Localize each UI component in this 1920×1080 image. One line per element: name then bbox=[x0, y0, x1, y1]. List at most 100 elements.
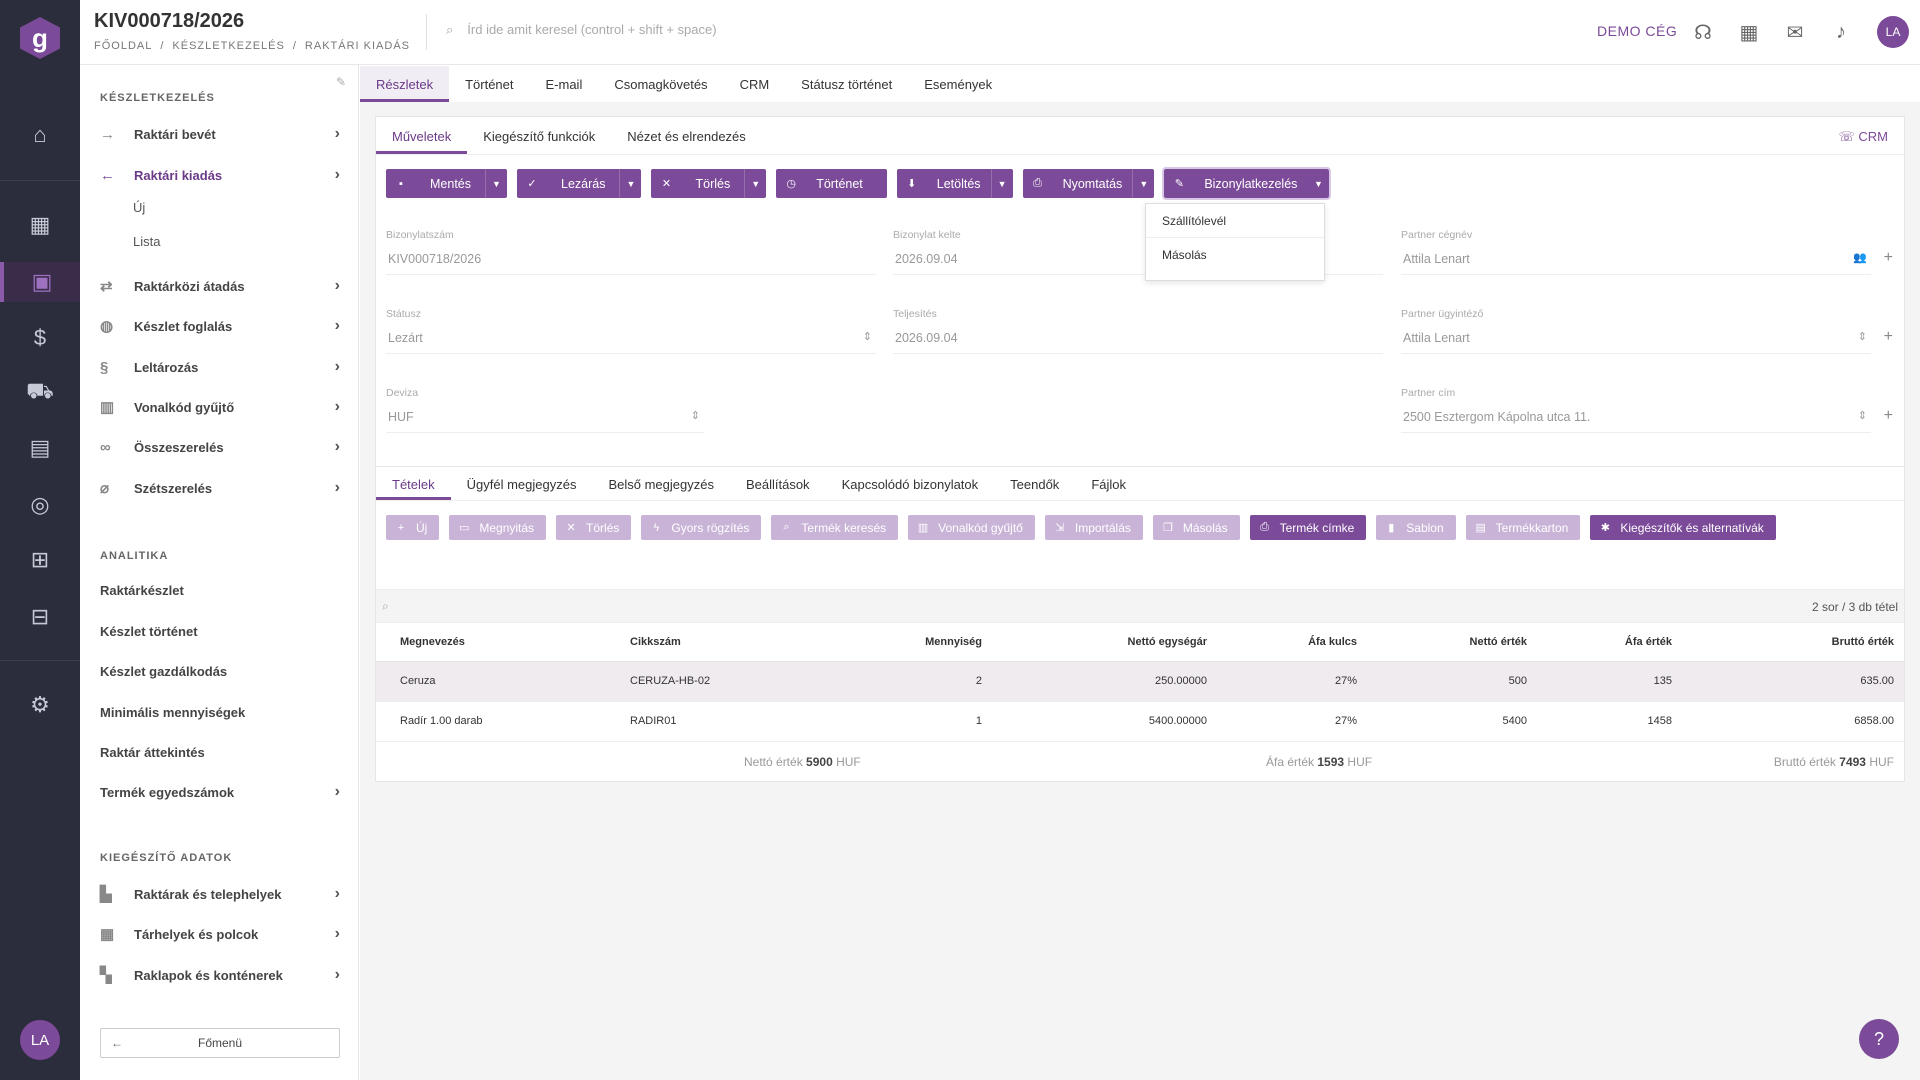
coins-icon[interactable]: ◎ bbox=[0, 485, 80, 525]
product-search-button[interactable]: ⌕ Termék keresés bbox=[771, 515, 899, 540]
add-icon[interactable]: + bbox=[1884, 328, 1893, 346]
sidebar-item-stock-management[interactable]: Készlet gazdálkodás bbox=[100, 656, 340, 686]
table-search-row[interactable]: ⌕ 2 sor / 3 db tétel bbox=[376, 589, 1904, 623]
user-avatar[interactable]: LA bbox=[20, 1020, 60, 1060]
col-name[interactable]: Megnevezés bbox=[376, 623, 606, 662]
tab-internal-note[interactable]: Belső megjegyzés bbox=[592, 467, 730, 500]
tab-settings[interactable]: Beállítások bbox=[730, 467, 826, 500]
open-item-button[interactable]: ▭ Megnyitás bbox=[449, 515, 547, 540]
col-net-value[interactable]: Nettó érték bbox=[1381, 623, 1551, 662]
template-button[interactable]: ▮ Sablon bbox=[1376, 515, 1456, 540]
pin-icon[interactable]: ✎ bbox=[336, 75, 346, 89]
users-icon[interactable]: 👥 bbox=[1853, 251, 1867, 264]
product-card-button[interactable]: ▤ Termékkarton bbox=[1465, 515, 1581, 540]
sidebar-item-barcode[interactable]: ▥ Vonalkód gyűjtő › bbox=[100, 392, 340, 422]
product-label-button[interactable]: ⎙ Termék címke bbox=[1249, 515, 1367, 540]
tab-files[interactable]: Fájlok bbox=[1075, 467, 1142, 500]
breadcrumb-inventory[interactable]: KÉSZLETKEZELÉS bbox=[172, 40, 284, 52]
sidebar-item-stocktake[interactable]: § Leltározás › bbox=[100, 352, 340, 382]
tab-extra-functions[interactable]: Kiegészítő funkciók bbox=[467, 117, 611, 154]
sidebar-item-disassembly[interactable]: ⌀ Szétszerelés › bbox=[100, 473, 340, 503]
calendar-icon[interactable]: ▦ bbox=[1735, 18, 1763, 46]
chevron-down-icon[interactable]: ▼ bbox=[744, 169, 766, 198]
global-search[interactable]: ⌕ Írd ide amit keresel (control + shift … bbox=[446, 22, 717, 38]
sidebar-item-assembly[interactable]: ∞ Összeszerelés › bbox=[100, 432, 340, 462]
add-icon[interactable]: + bbox=[1884, 249, 1893, 267]
sidebar-item-receipt[interactable]: → Raktári bevét › bbox=[100, 119, 340, 149]
truck-icon[interactable]: ⛟ bbox=[0, 372, 80, 412]
sidebar-item-transfer[interactable]: ⇄ Raktárközi átadás › bbox=[100, 271, 340, 301]
document-handling-button[interactable]: ✎ Bizonylatkezelés ▼ bbox=[1162, 167, 1332, 200]
new-item-button[interactable]: + Új bbox=[386, 515, 440, 540]
partner-value[interactable]: Attila Lenart 👥 + bbox=[1401, 249, 1893, 275]
accessories-button[interactable]: ✱ Kiegészítők és alternatívák bbox=[1590, 515, 1776, 540]
warehouse-icon[interactable]: ▣ bbox=[0, 262, 80, 302]
sidebar-item-overview[interactable]: Raktár áttekintés bbox=[100, 737, 340, 767]
history-button[interactable]: ◷ Történet bbox=[776, 169, 887, 198]
quick-entry-button[interactable]: ϟ Gyors rögzítés bbox=[641, 515, 762, 540]
company-name[interactable]: DEMO CÉG bbox=[1597, 23, 1677, 39]
col-gross-value[interactable]: Bruttó érték bbox=[1696, 623, 1904, 662]
sidebar-item-stock[interactable]: Raktárkészlet bbox=[100, 575, 340, 605]
tab-todos[interactable]: Teendők bbox=[994, 467, 1075, 500]
tab-crm[interactable]: CRM bbox=[724, 66, 786, 102]
fulfilment-value[interactable]: 2026.09.04 bbox=[893, 329, 1383, 354]
sidebar-item-warehouses[interactable]: ▙ Raktárak és telephelyek › bbox=[100, 879, 340, 909]
workflow-icon[interactable]: ⊞ bbox=[0, 540, 80, 580]
col-quantity[interactable]: Mennyiség bbox=[836, 623, 1006, 662]
table-row[interactable]: Ceruza CERUZA-HB-02 2 250.00000 27% 500 … bbox=[376, 661, 1904, 702]
bell-icon[interactable]: ♪ bbox=[1827, 18, 1855, 46]
chevron-down-icon[interactable]: ▼ bbox=[1307, 169, 1329, 198]
breadcrumb-home[interactable]: FŐOLDAL bbox=[94, 40, 152, 52]
menu-item-copy[interactable]: Másolás bbox=[1146, 238, 1324, 272]
print-button[interactable]: ⎙ Nyomtatás ▼ bbox=[1022, 169, 1155, 198]
chevron-down-icon[interactable]: ▼ bbox=[619, 169, 641, 198]
table-row[interactable]: Radír 1.00 darab RADIR01 1 5400.00000 27… bbox=[376, 701, 1904, 742]
import-button[interactable]: ⇲ Importálás bbox=[1044, 515, 1143, 540]
sidebar-item-pallets[interactable]: ▚ Raklapok és konténerek › bbox=[100, 960, 340, 990]
col-sku[interactable]: Cikkszám bbox=[606, 623, 836, 662]
inbox-icon[interactable]: ▤ bbox=[0, 428, 80, 468]
crm-link[interactable]: ☏ CRM bbox=[1839, 129, 1888, 145]
chevron-down-icon[interactable]: ▼ bbox=[485, 169, 507, 198]
sidebar-item-shelves[interactable]: ▦ Tárhelyek és polcok › bbox=[100, 919, 340, 949]
tab-events[interactable]: Események bbox=[908, 66, 1008, 102]
delete-button[interactable]: ✕ Törlés ▼ bbox=[651, 169, 767, 198]
breadcrumb-issue[interactable]: RAKTÁRI KIADÁS bbox=[305, 40, 410, 52]
status-select[interactable]: Lezárt ⇕ bbox=[386, 329, 876, 354]
tab-details[interactable]: Részletek bbox=[360, 66, 450, 102]
tab-history[interactable]: Történet bbox=[449, 66, 529, 102]
sidebar-subitem-list[interactable]: Lista bbox=[133, 234, 160, 249]
finance-icon[interactable]: $ bbox=[0, 318, 80, 358]
chevron-down-icon[interactable]: ▼ bbox=[1132, 169, 1154, 198]
currency-select[interactable]: HUF ⇕ bbox=[386, 408, 704, 433]
search-input[interactable]: Írd ide amit keresel (control + shift + … bbox=[467, 22, 716, 38]
help-button[interactable]: ? bbox=[1859, 1019, 1899, 1059]
settings-icon[interactable]: ⚙ bbox=[0, 685, 80, 725]
sidebar-item-min-quantities[interactable]: Minimális mennyiségek bbox=[100, 697, 340, 727]
home-icon[interactable]: ⌂ bbox=[0, 115, 80, 155]
sidebar-item-reservation[interactable]: ◍ Készlet foglalás › bbox=[100, 311, 340, 341]
mail-icon[interactable]: ✉ bbox=[1781, 18, 1809, 46]
address-select[interactable]: 2500 Esztergom Kápolna utca 11. ⇕ + bbox=[1401, 407, 1893, 433]
close-document-button[interactable]: ✓ Lezárás ▼ bbox=[517, 169, 642, 198]
tab-tracking[interactable]: Csomagkövetés bbox=[598, 66, 723, 102]
col-unit-price[interactable]: Nettó egységár bbox=[1006, 623, 1231, 662]
chevron-down-icon[interactable]: ▼ bbox=[990, 169, 1013, 198]
dashboard-icon[interactable]: ▦ bbox=[0, 205, 80, 245]
tab-email[interactable]: E-mail bbox=[530, 66, 599, 102]
main-menu-button[interactable]: ← Főmenü bbox=[100, 1028, 340, 1058]
sitemap-icon[interactable]: ⊟ bbox=[0, 597, 80, 637]
tab-items[interactable]: Tételek bbox=[376, 467, 451, 500]
tab-operations[interactable]: Műveletek bbox=[376, 117, 468, 154]
delete-item-button[interactable]: ✕ Törlés bbox=[556, 515, 632, 540]
col-vat-value[interactable]: Áfa érték bbox=[1551, 623, 1696, 662]
sidebar-subitem-new[interactable]: Új bbox=[133, 200, 145, 215]
tab-status-history[interactable]: Státusz történet bbox=[785, 66, 908, 102]
sidebar-item-serials[interactable]: Termék egyedszámok › bbox=[100, 777, 340, 807]
col-vat-rate[interactable]: Áfa kulcs bbox=[1231, 623, 1381, 662]
app-logo[interactable]: g bbox=[20, 17, 60, 59]
copy-button[interactable]: ❐ Másolás bbox=[1152, 515, 1240, 540]
tab-view-layout[interactable]: Nézet és elrendezés bbox=[611, 117, 762, 154]
sidebar-item-stock-history[interactable]: Készlet történet bbox=[100, 616, 340, 646]
